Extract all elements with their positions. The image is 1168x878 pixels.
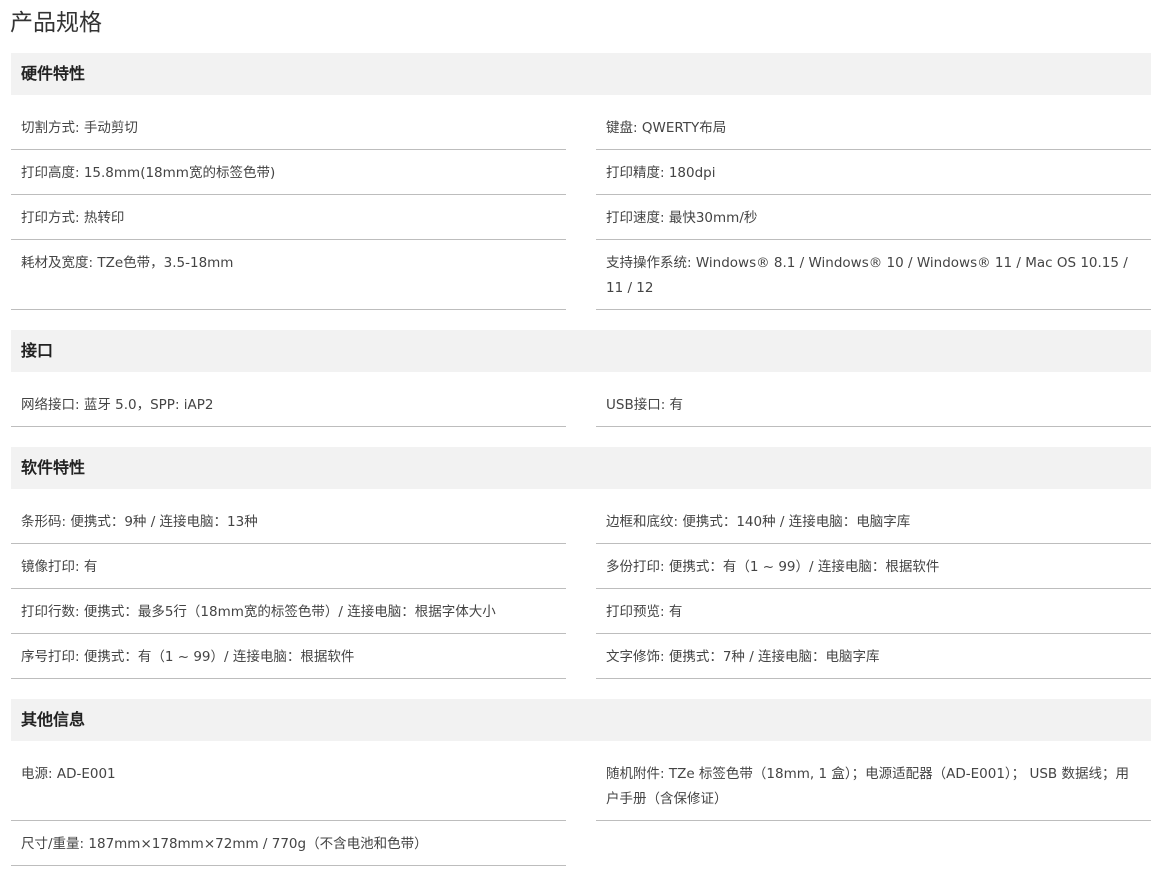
spec-cutting-method: 切割方式: 手动剪切 xyxy=(11,116,566,150)
spec-supported-os: 支持操作系统: Windows® 8.1 / Windows® 10 / Win… xyxy=(596,251,1151,310)
spec-usb-interface: USB接口: 有 xyxy=(596,393,1151,427)
spec-keyboard: 键盘: QWERTY布局 xyxy=(596,116,1151,150)
spec-network-interface: 网络接口: 蓝牙 5.0，SPP: iAP2 xyxy=(11,393,566,427)
spec-barcode: 条形码: 便携式：9种 / 连接电脑：13种 xyxy=(11,510,566,544)
spec-serial-print: 序号打印: 便携式：有（1 ~ 99）/ 连接电脑：根据软件 xyxy=(11,645,566,679)
page-title: 产品规格 xyxy=(10,10,102,36)
section-header-software: 软件特性 xyxy=(11,447,1151,489)
spec-media-width: 耗材及宽度: TZe色带，3.5-18mm xyxy=(11,251,566,310)
section-header-hardware: 硬件特性 xyxy=(11,53,1151,95)
spec-power: 电源: AD-E001 xyxy=(11,762,566,821)
spec-size-weight: 尺寸/重量: 187mm×178mm×72mm / 770g（不含电池和色带） xyxy=(11,832,566,866)
spec-print-lines: 打印行数: 便携式：最多5行（18mm宽的标签色带）/ 连接电脑：根据字体大小 xyxy=(11,600,566,634)
spec-print-method: 打印方式: 热转印 xyxy=(11,206,566,240)
spec-print-height: 打印高度: 15.8mm(18mm宽的标签色带) xyxy=(11,161,566,195)
spec-print-resolution: 打印精度: 180dpi xyxy=(596,161,1151,195)
spec-mirror-print: 镜像打印: 有 xyxy=(11,555,566,589)
spec-accessories: 随机附件: TZe 标签色带（18mm, 1 盒）；电源适配器（AD-E001）… xyxy=(596,762,1151,821)
spec-print-speed: 打印速度: 最快30mm/秒 xyxy=(596,206,1151,240)
spec-multiple-copies: 多份打印: 便携式：有（1 ~ 99）/ 连接电脑：根据软件 xyxy=(596,555,1151,589)
section-header-other: 其他信息 xyxy=(11,699,1151,741)
spec-frames-patterns: 边框和底纹: 便携式：140种 / 连接电脑：电脑字库 xyxy=(596,510,1151,544)
spec-text-decoration: 文字修饰: 便携式：7种 / 连接电脑：电脑字库 xyxy=(596,645,1151,679)
spec-print-preview: 打印预览: 有 xyxy=(596,600,1151,634)
section-header-interface: 接口 xyxy=(11,330,1151,372)
